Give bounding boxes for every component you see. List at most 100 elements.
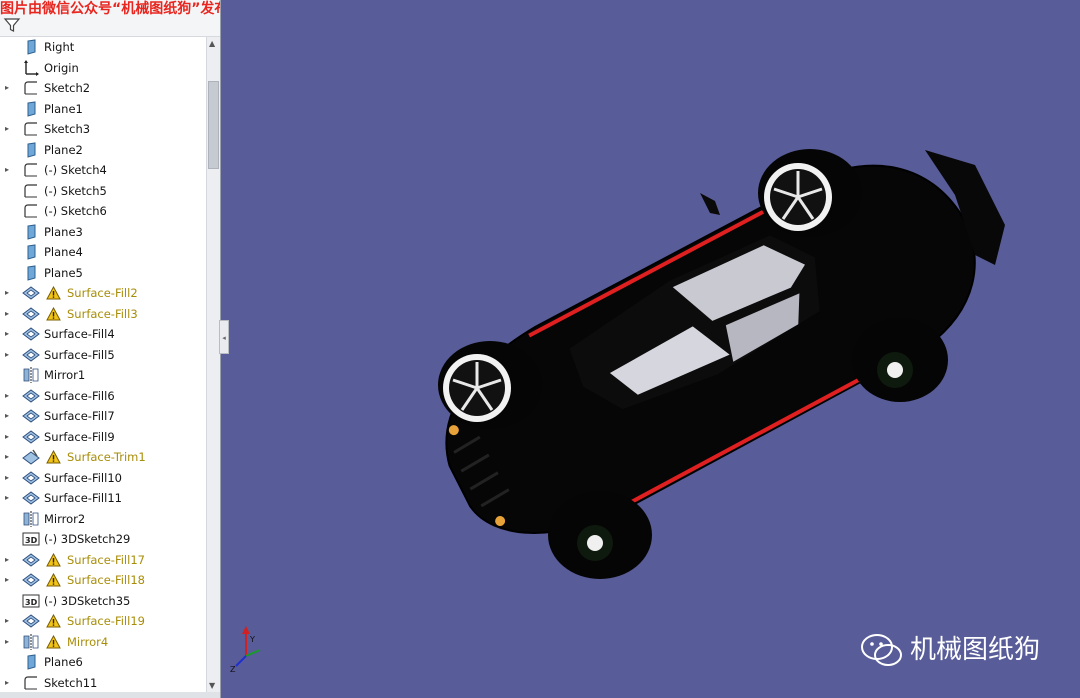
surface-fill-icon (22, 613, 40, 629)
tree-item-sketch4[interactable]: ▸ (-) Sketch4 (0, 160, 206, 181)
surface-fill-icon (22, 572, 40, 588)
tree-item-surface-fill19[interactable]: ▸ Surface-Fill19 (0, 611, 206, 632)
tree-item-sketch2[interactable]: ▸ Sketch2 (0, 78, 206, 99)
tree-item-label: Surface-Fill11 (44, 491, 122, 505)
tree-item-plane4[interactable]: Plane4 (0, 242, 206, 263)
expand-arrow-icon[interactable]: ▸ (5, 160, 13, 181)
surface-fill-icon (22, 285, 40, 301)
tree-item-label: Origin (44, 60, 79, 75)
svg-text:3D: 3D (25, 536, 38, 545)
expand-arrow-icon[interactable]: ▸ (5, 78, 13, 99)
expand-arrow-icon[interactable]: ▸ (5, 468, 13, 489)
tree-item-origin[interactable]: Origin (0, 58, 206, 79)
tree-item-label: Surface-Trim1 (67, 450, 146, 464)
panel-splitter-handle[interactable]: ◂ (219, 320, 229, 354)
tree-item-surface-fill18[interactable]: ▸ Surface-Fill18 (0, 570, 206, 591)
wheel-front-bottom (852, 318, 948, 402)
surface-fill-icon (22, 490, 40, 506)
tree-item-surface-fill9[interactable]: ▸ Surface-Fill9 (0, 427, 206, 448)
tree-item-surface-fill7[interactable]: ▸ Surface-Fill7 (0, 406, 206, 427)
tree-item-label: Surface-Fill7 (44, 409, 115, 423)
expand-arrow-icon[interactable]: ▸ (5, 324, 13, 345)
plane-icon (22, 39, 40, 55)
tree-item-surface-fill5[interactable]: ▸ Surface-Fill5 (0, 345, 206, 366)
tree-item-plane1[interactable]: Plane1 (0, 99, 206, 120)
expand-arrow-icon[interactable]: ▸ (5, 283, 13, 304)
sketch-icon (22, 183, 40, 199)
triad-y-label: Y (249, 635, 255, 644)
tree-item-plane5[interactable]: Plane5 (0, 263, 206, 284)
graphics-viewport[interactable]: Y Z 机械图纸狗 (230, 0, 1080, 698)
tree-item-sketch3[interactable]: ▸ Sketch3 (0, 119, 206, 140)
expand-arrow-icon[interactable]: ▸ (5, 304, 13, 325)
expand-arrow-icon[interactable]: ▸ (5, 632, 13, 653)
warning-icon (46, 449, 61, 464)
tree-item-mirror4[interactable]: ▸ Mirror4 (0, 632, 206, 653)
expand-arrow-icon[interactable]: ▸ (5, 345, 13, 366)
tree-item-surface-fill6[interactable]: ▸ Surface-Fill6 (0, 386, 206, 407)
expand-arrow-icon[interactable]: ▸ (5, 550, 13, 571)
tree-item-surface-fill4[interactable]: ▸ Surface-Fill4 (0, 324, 206, 345)
expand-arrow-icon[interactable]: ▸ (5, 427, 13, 448)
tree-item-right[interactable]: Right (0, 37, 206, 58)
plane-icon (22, 223, 40, 240)
tree-item-label: (-) Sketch5 (44, 183, 107, 198)
tree-item-surface-trim1[interactable]: ▸ Surface-Trim1 (0, 447, 206, 468)
tree-item-surface-fill10[interactable]: ▸ Surface-Fill10 (0, 468, 206, 489)
sketch-icon (22, 675, 40, 691)
tree-item-label: Plane3 (44, 224, 83, 239)
tree-item-label: Surface-Fill19 (67, 614, 145, 628)
tree-item-surface-fill3[interactable]: ▸ Surface-Fill3 (0, 304, 206, 325)
tree-item-plane3[interactable]: Plane3 (0, 222, 206, 243)
tree-item-surface-fill17[interactable]: ▸ Surface-Fill17 (0, 550, 206, 571)
expand-arrow-icon[interactable]: ▸ (5, 673, 13, 694)
expand-arrow-icon[interactable]: ▸ (5, 611, 13, 632)
filter-icon[interactable] (3, 16, 21, 34)
tree-item-sketch11[interactable]: ▸ Sketch11 (0, 673, 206, 694)
plane-icon (22, 244, 40, 260)
surface-fill-icon (22, 408, 40, 424)
mirror-icon (22, 367, 40, 383)
surface-fill-icon (22, 388, 40, 404)
warning-icon (46, 613, 61, 628)
tree-item-label: Plane2 (44, 142, 83, 157)
tree-bottom-bar (0, 692, 220, 698)
tree-item-mirror2[interactable]: Mirror2 (0, 509, 206, 530)
expand-arrow-icon[interactable]: ▸ (5, 386, 13, 407)
scroll-down-arrow-icon[interactable]: ▼ (209, 681, 215, 690)
tree-item-label: Right (44, 40, 75, 54)
tree-item-3dsketch29[interactable]: 3D (-) 3DSketch29 (0, 529, 206, 550)
feature-tree-list: Right Origin ▸ Sketch2 Plane1 ▸ Sketch3 Plane2 ▸… (0, 37, 206, 693)
tree-item-label: Mirror2 (44, 511, 86, 526)
tree-item-label: Sketch2 (44, 81, 91, 95)
expand-arrow-icon[interactable]: ▸ (5, 488, 13, 509)
tree-item-sketch5[interactable]: (-) Sketch5 (0, 181, 206, 202)
tree-item-surface-fill2[interactable]: ▸ Surface-Fill2 (0, 283, 206, 304)
sketch-icon (22, 121, 40, 137)
tree-item-surface-fill11[interactable]: ▸ Surface-Fill11 (0, 488, 206, 509)
wheel-front-top (758, 149, 862, 237)
tree-item-plane6[interactable]: Plane6 (0, 652, 206, 673)
scroll-thumb[interactable] (208, 81, 219, 169)
tree-item-label: Surface-Fill3 (67, 306, 138, 321)
surface-fill-icon (22, 552, 40, 568)
tree-item-mirror1[interactable]: Mirror1 (0, 365, 206, 386)
car-model (438, 149, 1005, 579)
warning-icon (46, 634, 61, 649)
surface-fill-icon (22, 306, 40, 322)
tree-item-label: Plane5 (44, 265, 83, 280)
tree-scrollbar[interactable]: ▲ ▼ (206, 37, 220, 692)
watermark-bottom-text: 机械图纸狗 (910, 635, 1041, 665)
expand-arrow-icon[interactable]: ▸ (5, 570, 13, 591)
expand-arrow-icon[interactable]: ▸ (5, 119, 13, 140)
scroll-up-arrow-icon[interactable]: ▲ (209, 39, 215, 48)
tree-item-label: (-) Sketch6 (44, 204, 107, 218)
tree-item-label: Mirror1 (44, 368, 86, 382)
expand-arrow-icon[interactable]: ▸ (5, 447, 13, 468)
tree-item-sketch6[interactable]: (-) Sketch6 (0, 201, 206, 222)
tree-item-label: Plane6 (44, 655, 83, 669)
tree-item-plane2[interactable]: Plane2 (0, 140, 206, 161)
tree-item-3dsketch35[interactable]: 3D (-) 3DSketch35 (0, 591, 206, 612)
3dsketch-icon: 3D (22, 593, 40, 609)
expand-arrow-icon[interactable]: ▸ (5, 406, 13, 427)
